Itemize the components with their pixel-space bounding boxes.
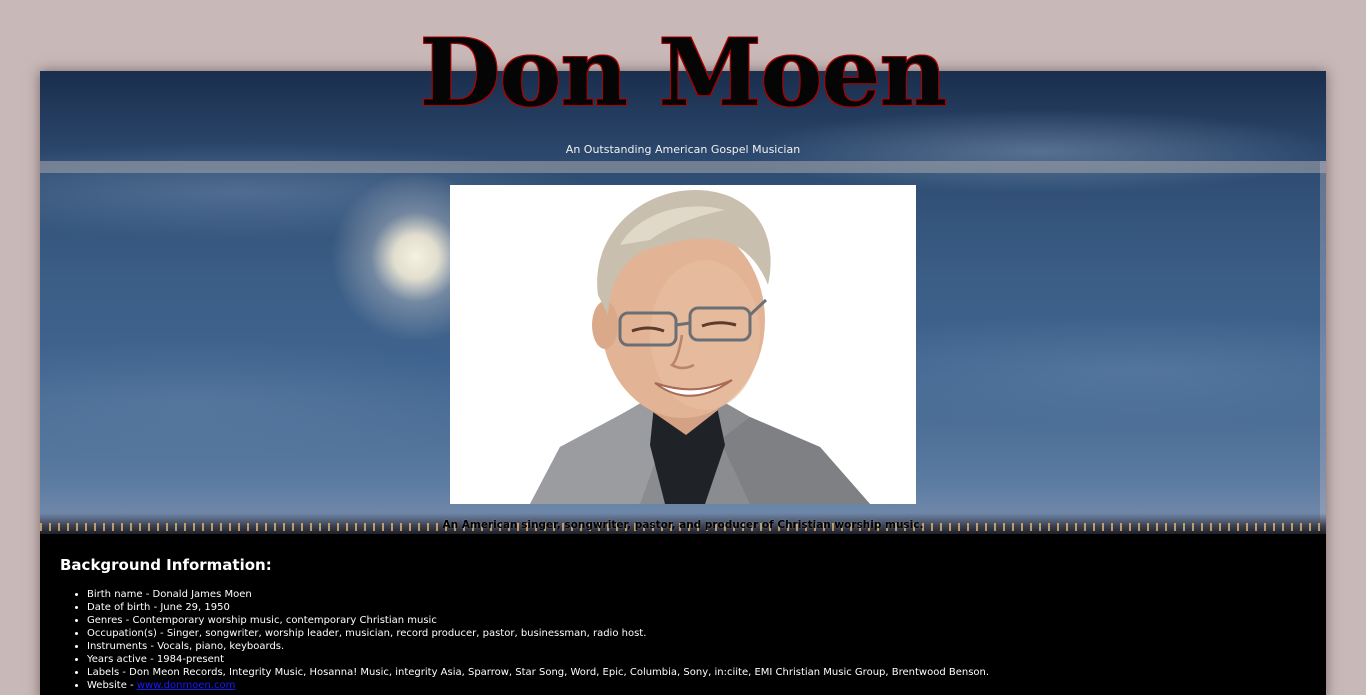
background-info-section: Background Information: Birth name - Don… bbox=[40, 534, 1326, 695]
list-item-genres: Genres - Contemporary worship music, con… bbox=[87, 614, 989, 627]
list-item-labels: Labels - Don Meon Records, Integrity Mus… bbox=[87, 666, 989, 679]
page: Don Moen An Outstanding American Gospel … bbox=[0, 0, 1366, 695]
list-item-date-of-birth: Date of birth - June 29, 1950 bbox=[87, 601, 989, 614]
list-item-website: Website - www.donmoen.com bbox=[87, 679, 989, 692]
portrait-photo bbox=[450, 185, 916, 504]
page-subtitle: An Outstanding American Gospel Musician bbox=[565, 143, 801, 156]
background-info-heading: Background Information: bbox=[60, 556, 272, 574]
website-link[interactable]: www.donmoen.com bbox=[137, 680, 236, 691]
list-item-instruments: Instruments - Vocals, piano, keyboards. bbox=[87, 640, 989, 653]
background-info-list: Birth name - Donald James Moen Date of b… bbox=[87, 588, 989, 692]
portrait-image bbox=[530, 190, 870, 504]
banner-right-edge bbox=[1320, 161, 1326, 534]
list-item-birth-name: Birth name - Donald James Moen bbox=[87, 588, 989, 601]
list-item-occupations: Occupation(s) - Singer, songwriter, wors… bbox=[87, 627, 989, 640]
hero-caption: An American singer, songwriter, pastor, … bbox=[442, 519, 924, 531]
page-title: Don Moen bbox=[419, 18, 947, 127]
list-item-years-active: Years active - 1984-present bbox=[87, 653, 989, 666]
header-divider-strip bbox=[40, 161, 1326, 173]
